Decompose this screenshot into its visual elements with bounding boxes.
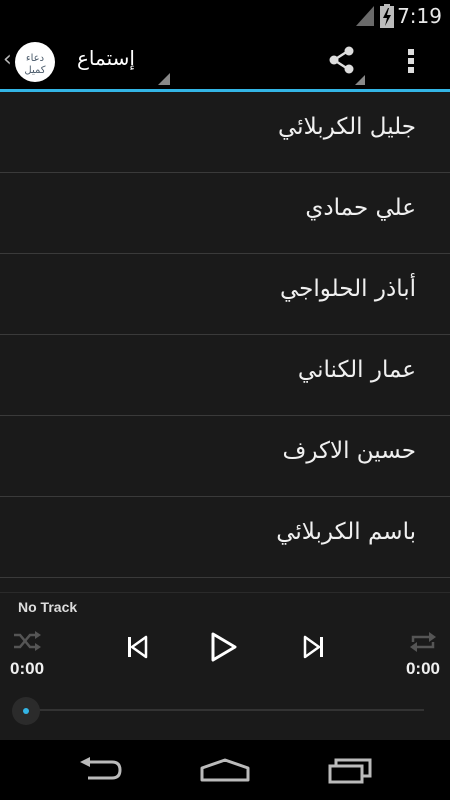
status-bar: 7:19 <box>0 0 450 32</box>
list-item[interactable]: أباذر الحلواجي <box>0 254 450 335</box>
spinner-indicator-icon <box>158 70 170 89</box>
list-item-label: جليل الكربلائي <box>278 114 416 140</box>
list-item[interactable]: علي حمادي <box>0 173 450 254</box>
svg-text:كميل: كميل <box>24 65 45 76</box>
seek-bar[interactable] <box>26 709 424 711</box>
action-bar: ‹ دعاء كميل إستماع <box>0 32 450 90</box>
share-icon[interactable] <box>326 44 358 80</box>
navigation-spinner-title[interactable]: إستماع <box>77 46 135 70</box>
reciter-list[interactable]: جليل الكربلائي علي حمادي أباذر الحلواجي … <box>0 92 450 592</box>
total-duration: 0:00 <box>405 659 440 678</box>
list-item[interactable]: حسين الاكرف <box>0 416 450 497</box>
app-logo-art: دعاء كميل <box>24 53 45 76</box>
shuffle-icon[interactable] <box>12 630 42 656</box>
signal-icon <box>356 6 374 30</box>
recent-apps-icon[interactable] <box>328 756 374 788</box>
back-icon[interactable] <box>78 756 122 786</box>
list-item-label: حسين الاكرف <box>282 438 417 464</box>
list-item-label: علي حمادي <box>305 195 416 221</box>
list-item-label: باسم الكربلائي <box>276 519 416 545</box>
repeat-icon[interactable] <box>408 630 438 658</box>
list-item[interactable]: جليل الكربلائي <box>0 92 450 173</box>
battery-charging-icon <box>380 4 394 32</box>
share-dropdown-indicator-icon <box>355 70 365 89</box>
list-item[interactable]: باسم الكربلائي <box>0 497 450 578</box>
svg-text:دعاء: دعاء <box>26 53 44 64</box>
list-item[interactable]: عمار الكناني <box>0 335 450 416</box>
next-track-icon[interactable] <box>302 635 324 663</box>
media-player: No Track 0:00 0:00 <box>0 592 450 740</box>
list-item-label: أباذر الحلواجي <box>280 276 416 302</box>
elapsed-time: 0:00 <box>10 659 45 678</box>
play-icon[interactable] <box>208 631 238 667</box>
overflow-menu-icon[interactable] <box>404 45 418 81</box>
seek-thumb[interactable] <box>12 697 40 725</box>
track-title: No Track <box>18 599 78 615</box>
home-icon[interactable] <box>200 758 250 786</box>
list-item-label: عمار الكناني <box>297 357 416 383</box>
previous-track-icon[interactable] <box>127 635 149 663</box>
app-logo[interactable]: دعاء كميل <box>15 42 55 82</box>
chevron-left-icon[interactable]: ‹ <box>3 47 12 72</box>
system-navigation-bar <box>0 740 450 800</box>
status-time: 7:19 <box>397 4 442 28</box>
